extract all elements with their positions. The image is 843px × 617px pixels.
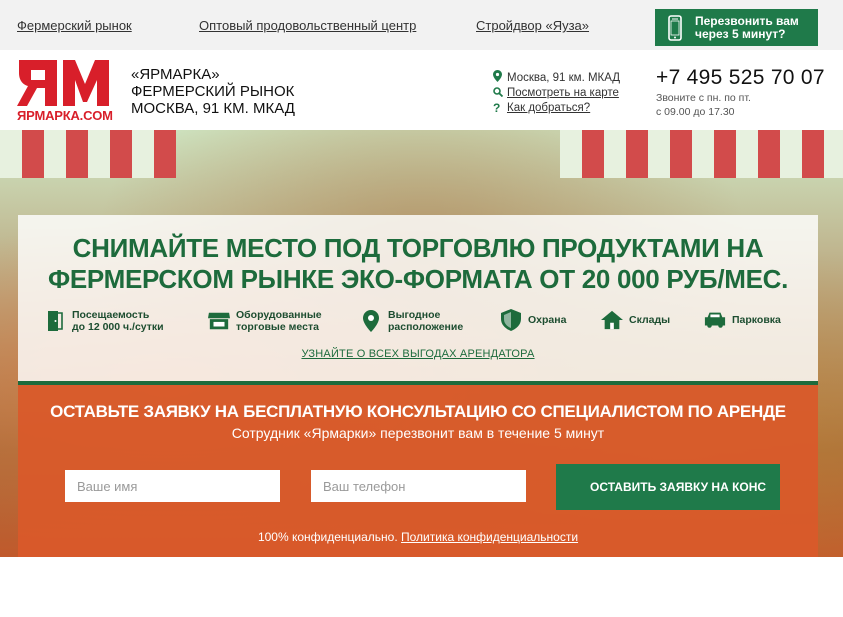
question-icon: ? — [493, 100, 501, 115]
feature-label: Склады — [629, 314, 671, 326]
logo-text: ЯРМАРКА.COM — [17, 108, 113, 123]
feature-attendance: Посещаемость до 12 000 ч./сутки — [44, 309, 164, 333]
privacy-text: 100% конфиденциально. — [257, 530, 398, 544]
map-link[interactable]: Посмотреть на карте — [507, 87, 619, 99]
offer-panel: СНИМАЙТЕ МЕСТО ПОД ТОРГОВЛЮ ПРОДУКТАМИ Н… — [18, 215, 818, 381]
feature-label: Выгодное расположение — [388, 309, 464, 333]
route-link[interactable]: Как добраться? — [507, 102, 590, 114]
address-text: Москва, 91 км. МКАД — [507, 71, 621, 84]
logo-mark-icon — [17, 60, 109, 106]
feature-location: Выгодное расположение — [360, 309, 463, 333]
nav-link-farmers-market[interactable]: Фермерский рынок — [17, 18, 132, 33]
brand-name: «ЯРМАРКА» — [131, 66, 220, 83]
shield-icon — [500, 309, 522, 331]
search-icon — [493, 86, 507, 100]
smartphone-icon — [655, 14, 695, 41]
feature-label: Посещаемость до 12 000 ч./сутки — [72, 309, 164, 333]
privacy-note: 100% конфиденциально. Политика конфиденц… — [18, 530, 818, 544]
privacy-policy-link[interactable]: Политика конфиденциальности — [401, 530, 578, 544]
feature-equipped: Оборудованные торговые места — [208, 309, 322, 333]
feature-security: Охрана — [500, 309, 566, 331]
brand-location: МОСКВА, 91 КМ. МКАД — [131, 100, 295, 117]
location-icon — [360, 310, 382, 332]
hero-section: СНИМАЙТЕ МЕСТО ПОД ТОРГОВЛЮ ПРОДУКТАМИ Н… — [0, 130, 843, 557]
callback-button[interactable]: Перезвонить вам через 5 минут? — [655, 9, 818, 46]
phone-number[interactable]: +7 495 525 70 07 — [656, 66, 825, 90]
map-pin-icon — [493, 70, 507, 85]
feature-warehouses: Склады — [601, 309, 670, 331]
awning-decoration — [0, 130, 176, 178]
nav-link-wholesale-center[interactable]: Оптовый продовольственный центр — [199, 18, 416, 33]
brand-type: ФЕРМЕРСКИЙ РЫНОК — [131, 83, 295, 100]
callback-label: Перезвонить вам через 5 минут? — [695, 13, 799, 41]
site-header: ЯРМАРКА.COM «ЯРМАРКА» ФЕРМЕРСКИЙ РЫНОК М… — [0, 50, 843, 130]
working-hours: Звоните с пн. по пт. с 09.00 до 17.30 — [656, 92, 751, 118]
features-row: Посещаемость до 12 000 ч./сутки Оборудов… — [44, 309, 804, 339]
nav-link-stroydvor[interactable]: Стройдвор «Яуза» — [476, 18, 589, 33]
phone-input[interactable] — [311, 470, 526, 502]
location-block: Москва, 91 км. МКАД Посмотреть на карте … — [493, 70, 620, 115]
form-title: ОСТАВЬТЕ ЗАЯВКУ НА БЕСПЛАТНУЮ КОНСУЛЬТАЦ… — [50, 402, 786, 421]
shop-icon — [208, 310, 230, 332]
feature-label: Парковка — [732, 314, 781, 326]
hero-headline: СНИМАЙТЕ МЕСТО ПОД ТОРГОВЛЮ ПРОДУКТАМИ Н… — [47, 233, 789, 294]
feature-label: Охрана — [528, 314, 567, 326]
car-icon — [704, 309, 726, 331]
top-bar: Фермерский рынок Оптовый продовольственн… — [0, 0, 843, 50]
awning-decoration-right — [560, 130, 843, 178]
lead-form: ОСТАВЬТЕ ЗАЯВКУ НА БЕСПЛАТНУЮ КОНСУЛЬТАЦ… — [18, 385, 818, 557]
brand-block: «ЯРМАРКА» ФЕРМЕРСКИЙ РЫНОК МОСКВА, 91 КМ… — [131, 66, 295, 117]
name-input[interactable] — [65, 470, 280, 502]
door-icon — [44, 310, 66, 332]
feature-label: Оборудованные торговые места — [236, 309, 322, 333]
house-icon — [601, 309, 623, 331]
benefits-link[interactable]: УЗНАЙТЕ О ВСЕХ ВЫГОДАХ АРЕНДАТОРА — [18, 348, 818, 360]
form-subtitle: Сотрудник «Ярмарки» перезвонит вам в теч… — [231, 425, 605, 441]
feature-parking: Парковка — [704, 309, 781, 331]
submit-button[interactable]: ОСТАВИТЬ ЗАЯВКУ НА КОНС — [556, 464, 780, 510]
